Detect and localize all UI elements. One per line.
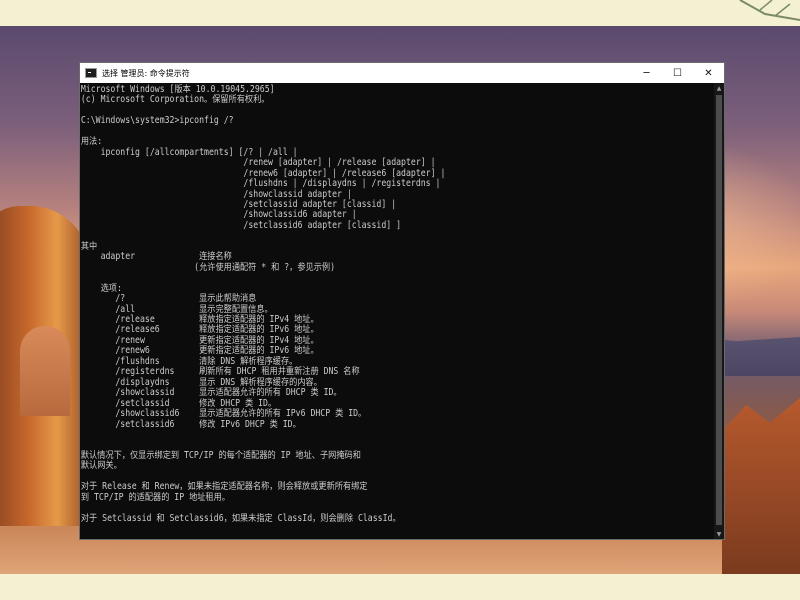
console-line: /setclassid 修改 DHCP 类 ID。 [80, 397, 277, 409]
chevron-up-icon: ▲ [716, 84, 722, 92]
outer-frame-bottom [0, 574, 800, 600]
branch-decoration [739, 0, 800, 21]
console-line: /showclassid6 adapter | [80, 209, 357, 221]
console-text: Microsoft Windows [版本 10.0.19045.2965] (… [80, 83, 638, 524]
console-line: (c) Microsoft Corporation。保留所有权利。 [80, 94, 270, 106]
outer-frame-top [0, 0, 800, 26]
command-prompt-icon[interactable] [85, 68, 97, 78]
console-line: adapter 连接名称 [80, 251, 232, 263]
console-line: /registerdns 刷新所有 DHCP 租用并重新注册 DNS 名称 [80, 366, 360, 378]
console-line: 到 TCP/IP 的适配器的 IP 地址租用。 [80, 491, 230, 503]
console-line: (允许使用通配符 * 和 ?，参见示例) [80, 261, 336, 273]
console-line: /showclassid6 显示适配器允许的所有 IPv6 DHCP 类 ID。 [80, 408, 367, 420]
command-prompt-window[interactable]: 选择 管理员: 命令提示符 ─ ☐ ✕ Microsoft Windows [版… [79, 62, 725, 540]
console-line: /flushdns | /displaydns | /registerdns | [80, 178, 441, 190]
console-line: /renew6 [adapter] | /release6 [adapter] … [80, 167, 446, 179]
close-icon: ✕ [704, 67, 713, 79]
wallpaper-arch-opening [20, 326, 70, 416]
console-line: 对于 Release 和 Renew，如果未指定适配器名称，则会释放或更新所有绑… [80, 481, 368, 493]
close-button[interactable]: ✕ [693, 63, 724, 83]
console-line: /setclassid6 adapter [classid] ] [80, 219, 402, 231]
console-line: ipconfig [/allcompartments] [/? | /all | [80, 146, 298, 158]
console-line: /showclassid 显示适配器允许的所有 DHCP 类 ID。 [80, 387, 342, 399]
scroll-up-button[interactable]: ▲ [714, 83, 724, 93]
console-line: /all 显示完整配置信息。 [80, 303, 273, 315]
console-line: /? 显示此帮助消息 [80, 293, 257, 305]
scroll-down-button[interactable]: ▼ [714, 529, 724, 539]
window-controls: ─ ☐ ✕ [631, 63, 724, 83]
console-line: /setclassid adapter [classid] | [80, 198, 397, 210]
console-line: /showclassid adapter | [80, 188, 352, 200]
console-line: 默认情况下，仅显示绑定到 TCP/IP 的每个适配器的 IP 地址、子网掩码和 [80, 449, 361, 461]
console-output[interactable]: Microsoft Windows [版本 10.0.19045.2965] (… [80, 83, 714, 539]
console-line: /renew6 更新指定适配器的 IPv6 地址。 [80, 345, 319, 357]
scrollbar-thumb[interactable] [716, 95, 722, 525]
console-line: /release6 释放指定适配器的 IPv6 地址。 [80, 324, 319, 336]
vertical-scrollbar[interactable]: ▲ ▼ [714, 83, 724, 539]
console-line: 选项: [80, 282, 122, 294]
wallpaper-rock-right [722, 396, 800, 574]
console-line: /renew [adapter] | /release [adapter] | [80, 157, 436, 169]
maximize-icon: ☐ [673, 67, 682, 79]
chevron-down-icon: ▼ [716, 530, 722, 538]
console-line: /setclassid6 修改 IPv6 DHCP 类 ID。 [80, 418, 301, 430]
console-line: 对于 Setclassid 和 Setclassid6，如果未指定 ClassI… [80, 512, 401, 524]
maximize-button[interactable]: ☐ [662, 63, 693, 83]
minimize-button[interactable]: ─ [631, 63, 662, 83]
console-line: 默认网关。 [80, 460, 122, 472]
window-title: 选择 管理员: 命令提示符 [102, 68, 190, 78]
console-line: 用法: [80, 136, 103, 148]
console-line: C:\Windows\system32>ipconfig /? [80, 115, 234, 127]
minimize-icon: ─ [643, 67, 650, 79]
window-titlebar[interactable]: 选择 管理员: 命令提示符 ─ ☐ ✕ [80, 63, 724, 83]
